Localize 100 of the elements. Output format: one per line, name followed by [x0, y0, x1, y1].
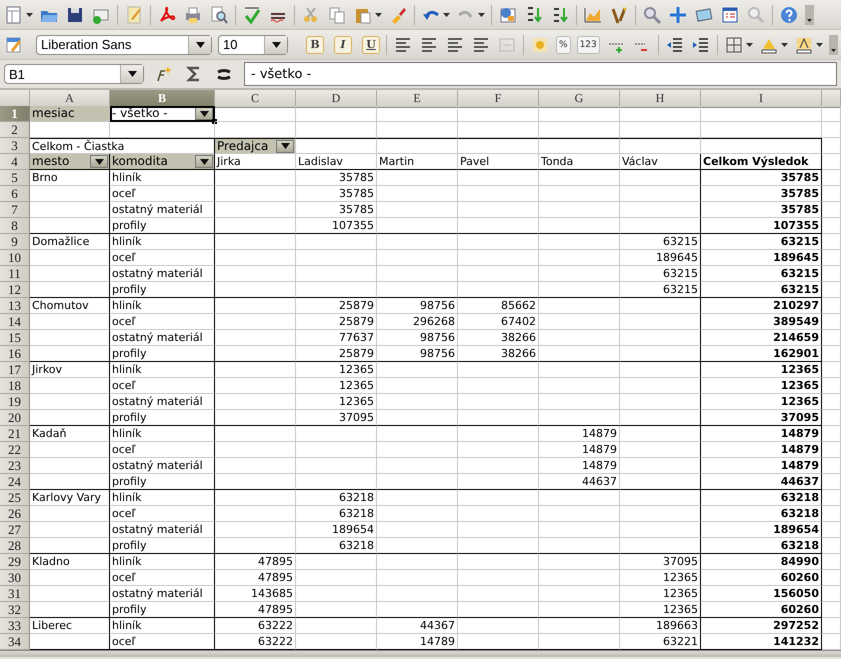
caret-icon[interactable] [128, 71, 136, 77]
find-icon[interactable] [642, 4, 662, 24]
caret-icon[interactable] [200, 110, 208, 116]
font-size-box[interactable]: 10 [218, 34, 288, 54]
row-header[interactable]: 32 [0, 602, 30, 618]
empty-cell[interactable] [458, 138, 539, 154]
row-header[interactable]: 11 [0, 266, 30, 282]
empty-cell[interactable] [620, 426, 701, 442]
styles-icon[interactable] [4, 34, 24, 54]
toolbar-overflow-icon[interactable] [805, 4, 814, 24]
dropdown-button[interactable] [276, 140, 294, 152]
row-header[interactable]: 24 [0, 474, 30, 490]
borders-icon[interactable] [724, 34, 744, 54]
dropdown-arrow-icon[interactable] [746, 42, 753, 46]
row-header[interactable]: 17 [0, 362, 30, 378]
row-header[interactable]: 7 [0, 202, 30, 218]
row-header[interactable]: 18 [0, 378, 30, 394]
dropdown-button[interactable] [195, 155, 213, 168]
dropdown-arrow-icon[interactable] [26, 12, 33, 16]
row-header[interactable]: 5 [0, 170, 30, 186]
empty-cell[interactable] [620, 362, 701, 378]
empty-cell[interactable] [620, 506, 701, 522]
copy-icon[interactable] [327, 4, 347, 24]
empty-cell[interactable] [620, 522, 701, 538]
dropdown-button[interactable] [195, 107, 213, 120]
empty-cell[interactable] [620, 186, 701, 202]
zoom-icon[interactable] [746, 4, 766, 24]
row-header[interactable]: 22 [0, 442, 30, 458]
empty-cell[interactable] [377, 138, 458, 154]
row-header[interactable]: 8 [0, 218, 30, 234]
empty-cell[interactable] [620, 458, 701, 474]
help-icon[interactable] [779, 4, 799, 24]
empty-cell[interactable] [620, 330, 701, 346]
row-header[interactable]: 33 [0, 618, 30, 634]
empty-cell[interactable] [620, 170, 701, 186]
empty-cell[interactable] [620, 138, 701, 154]
empty-cell[interactable] [620, 346, 701, 362]
draw-functions-icon[interactable] [609, 4, 629, 24]
empty-cell[interactable] [620, 474, 701, 490]
text-style-button[interactable]: I [334, 36, 352, 54]
caret-icon[interactable] [272, 42, 280, 48]
empty-cell[interactable] [620, 314, 701, 330]
caret-icon[interactable] [196, 42, 204, 48]
row-header[interactable]: 10 [0, 250, 30, 266]
row-header[interactable]: 34 [0, 634, 30, 650]
caret-icon[interactable] [200, 158, 208, 164]
row-header[interactable]: 30 [0, 570, 30, 586]
row-header[interactable]: 28 [0, 538, 30, 554]
empty-cell[interactable] [701, 138, 822, 154]
empty-cell[interactable] [620, 538, 701, 554]
text-style-button[interactable]: U [362, 36, 380, 54]
name-box[interactable]: B1 [4, 64, 144, 84]
font-name-box[interactable]: Liberation Sans [36, 34, 212, 54]
row-header[interactable]: 19 [0, 394, 30, 410]
row-header[interactable]: 29 [0, 554, 30, 570]
empty-cell[interactable] [620, 490, 701, 506]
row-header[interactable]: 27 [0, 522, 30, 538]
empty-cell[interactable] [620, 218, 701, 234]
column-header[interactable]: H [620, 90, 701, 108]
printer-icon[interactable] [183, 4, 203, 24]
row-header[interactable]: 12 [0, 282, 30, 298]
empty-cell[interactable] [539, 138, 620, 154]
empty-cell[interactable] [620, 378, 701, 394]
column-header[interactable]: E [377, 90, 458, 108]
dropdown-arrow-icon[interactable] [375, 12, 382, 16]
data-sources-icon[interactable] [720, 4, 740, 24]
column-header[interactable]: D [296, 90, 377, 108]
column-header[interactable]: F [458, 90, 539, 108]
empty-cell[interactable] [620, 298, 701, 314]
caret-icon[interactable] [280, 143, 290, 149]
row-header[interactable]: 2 [0, 122, 30, 138]
number-format-button[interactable]: 123 [576, 36, 600, 54]
row-header[interactable]: 23 [0, 458, 30, 474]
row-header[interactable]: 21 [0, 426, 30, 442]
spellcheck-icon[interactable] [242, 4, 262, 24]
dropdown-arrow-icon[interactable] [478, 12, 485, 16]
toolbar-overflow-icon[interactable] [828, 34, 838, 54]
magnifier-page-icon[interactable] [209, 4, 229, 24]
number-format-button[interactable]: % [556, 36, 571, 54]
row-header[interactable]: 26 [0, 506, 30, 522]
row-header[interactable]: 13 [0, 298, 30, 314]
row-header[interactable]: 3 [0, 138, 30, 154]
column-header[interactable]: C [215, 90, 296, 108]
column-header[interactable]: I [701, 90, 822, 108]
dropdown-arrow-icon[interactable] [780, 42, 788, 46]
dropdown-arrow-icon[interactable] [816, 42, 823, 46]
dropdown-button[interactable] [90, 155, 108, 168]
row-header[interactable]: 9 [0, 234, 30, 250]
row-header[interactable]: 4 [0, 154, 30, 170]
navigator-icon[interactable] [668, 4, 688, 24]
empty-cell[interactable] [620, 442, 701, 458]
row-header[interactable]: 15 [0, 330, 30, 346]
empty-cell[interactable] [620, 410, 701, 426]
dropdown-arrow-icon[interactable] [443, 12, 450, 16]
row-header[interactable]: 25 [0, 490, 30, 506]
empty-cell[interactable] [620, 202, 701, 218]
caret-icon[interactable] [94, 158, 104, 164]
column-header[interactable]: G [539, 90, 620, 108]
row-header[interactable]: 14 [0, 314, 30, 330]
row-header[interactable]: 6 [0, 186, 30, 202]
